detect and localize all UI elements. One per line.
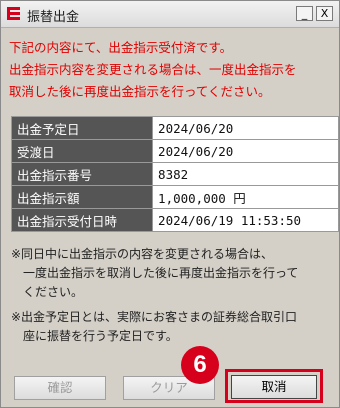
note-line: 座に振替を行う予定日です。 — [23, 329, 178, 343]
confirm-button[interactable]: 確認 — [14, 376, 106, 400]
app-logo-icon — [7, 7, 20, 20]
title-bar[interactable]: 振替出金 _ X — [1, 1, 339, 28]
row-value-delivery-date: 2024/06/20 — [152, 139, 339, 163]
row-value-received-datetime: 2024/06/19 11:53:50 — [152, 208, 339, 232]
note-line: ※同日中に出金指示の内容を変更される場合は、 — [11, 247, 274, 261]
dialog-window: 振替出金 _ X 下記の内容にて、出金指示受付済です。 出金指示内容を変更される… — [0, 0, 340, 408]
window-title: 振替出金 — [27, 10, 80, 25]
row-label-amount: 出金指示額 — [10, 185, 154, 209]
table-row: 出金指示額 1,000,000 円 — [10, 185, 339, 209]
row-value-amount: 1,000,000 円 — [152, 185, 339, 209]
minimize-button[interactable]: _ — [296, 6, 313, 21]
step-number-badge: 6 — [181, 346, 219, 384]
table-row: 出金指示番号 8382 — [10, 162, 339, 186]
row-value-scheduled-date: 2024/06/20 — [152, 116, 339, 140]
close-button[interactable]: X — [316, 6, 333, 21]
note-paragraph: ※同日中に出金指示の内容を変更される場合は、 一度出金指示を取消した後に再度出金… — [11, 245, 333, 302]
row-value-instruction-number: 8382 — [152, 162, 339, 186]
row-label-instruction-number: 出金指示番号 — [10, 162, 154, 186]
cancel-button-highlight — [225, 369, 323, 403]
note-paragraph: ※出金予定日とは、実際にお客さまの証券総合取引口 座に振替を行う予定日です。 — [11, 308, 333, 346]
table-row: 受渡日 2024/06/20 — [10, 139, 339, 163]
withdrawal-details-table: 出金予定日 2024/06/20 受渡日 2024/06/20 出金指示番号 8… — [10, 116, 339, 232]
table-row: 出金予定日 2024/06/20 — [10, 116, 339, 140]
notes-section: ※同日中に出金指示の内容を変更される場合は、 一度出金指示を取消した後に再度出金… — [11, 245, 333, 352]
note-line: ※出金予定日とは、実際にお客さまの証券総合取引口 — [11, 310, 298, 324]
row-label-scheduled-date: 出金予定日 — [10, 116, 154, 140]
note-line: ください。 — [23, 285, 84, 299]
table-row: 出金指示受付日時 2024/06/19 11:53:50 — [10, 208, 339, 232]
notice-message: 下記の内容にて、出金指示受付済です。 出金指示内容を変更される場合は、一度出金指… — [9, 37, 331, 103]
notice-line: 出金指示内容を変更される場合は、一度出金指示を — [9, 62, 297, 77]
notice-line: 取消した後に再度出金指示を行ってください。 — [9, 84, 271, 99]
row-label-delivery-date: 受渡日 — [10, 139, 154, 163]
row-label-received-datetime: 出金指示受付日時 — [10, 208, 154, 232]
note-line: 一度出金指示を取消した後に再度出金指示を行って — [23, 266, 299, 280]
notice-line: 下記の内容にて、出金指示受付済です。 — [9, 40, 233, 55]
